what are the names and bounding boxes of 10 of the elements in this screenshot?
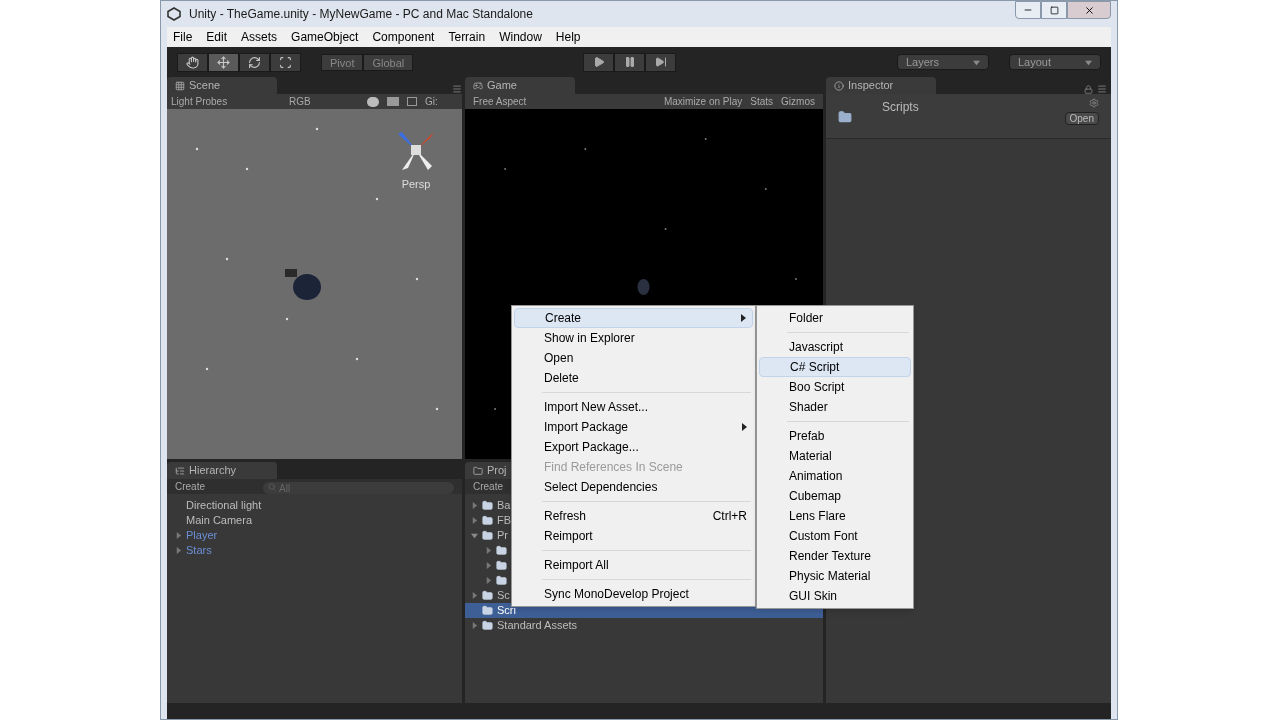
folder-label: Ba [497,498,511,514]
shortcut-label: Ctrl+R [712,508,747,525]
asset-title: Scripts [882,99,919,116]
folder-label: Sc [497,588,510,604]
window-title: Unity - TheGame.unity - MyNewGame - PC and Mac Standalone [189,6,533,23]
folder-label: FB [497,513,512,529]
folder-label: Standard Assets [497,618,578,634]
folder-label: Pr [497,528,508,544]
view-label: Persp [401,177,431,192]
folder-label: Scri [497,603,516,619]
